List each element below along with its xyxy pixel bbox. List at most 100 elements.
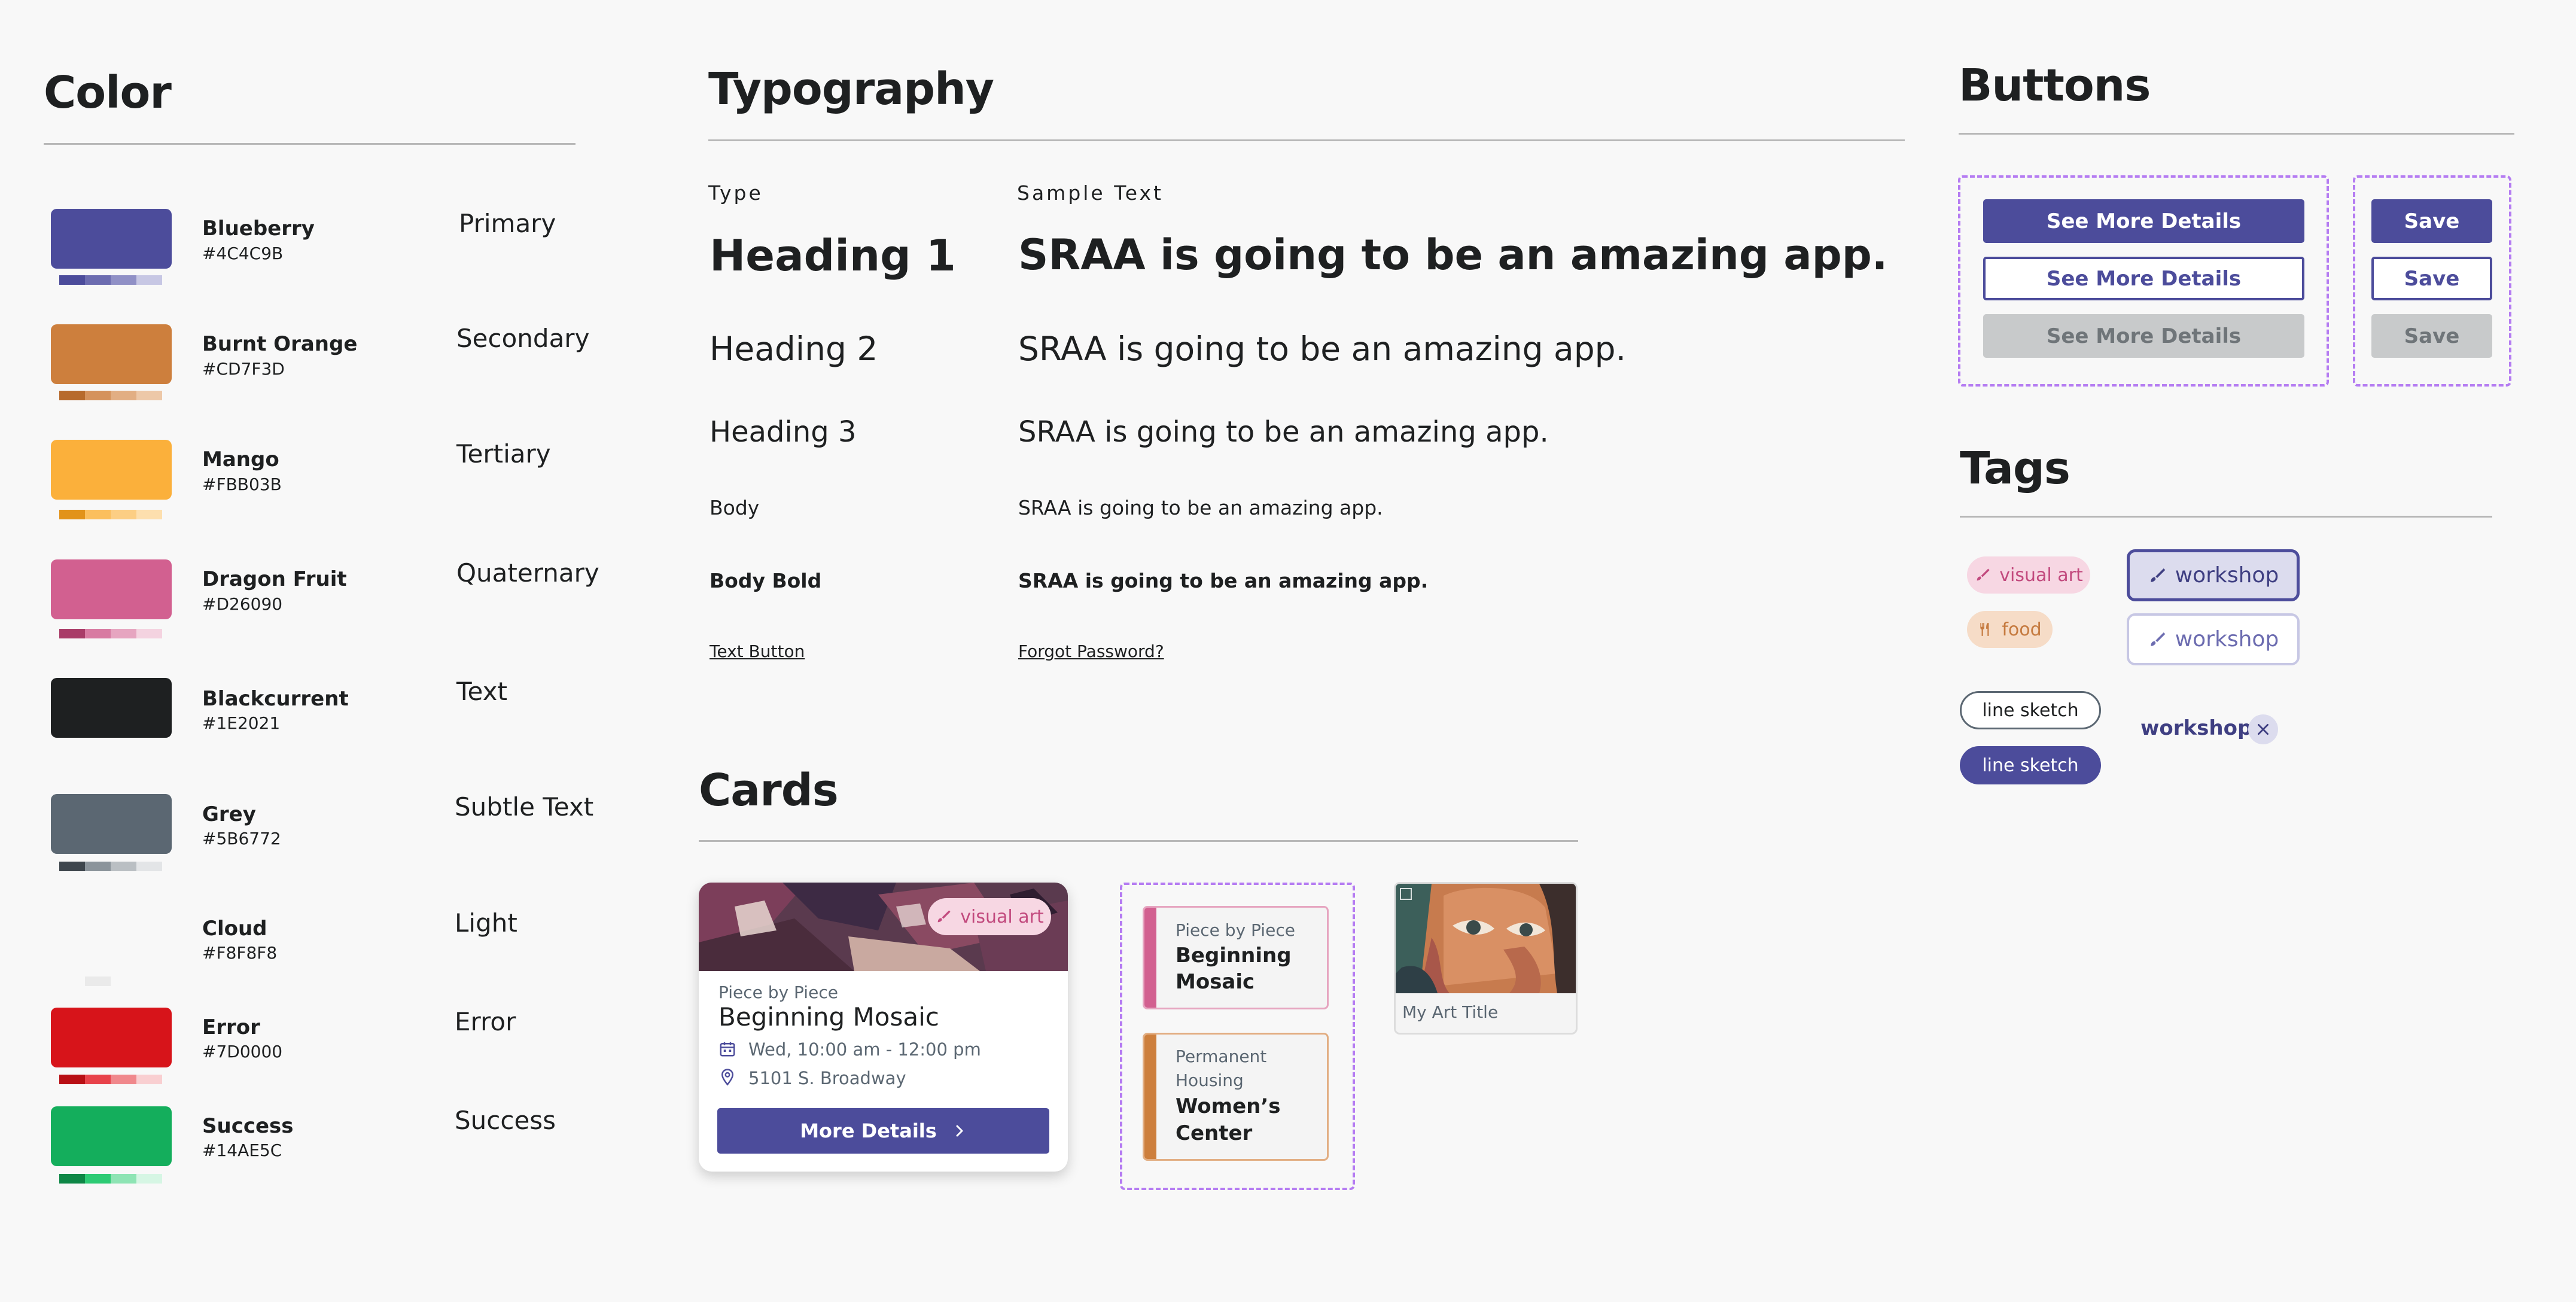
brush-icon [2151, 568, 2166, 582]
utensils-icon [1980, 623, 1989, 636]
art-card[interactable]: My Art Title [1394, 882, 1578, 1035]
type-label-heading-3: Heading 3 [710, 415, 857, 449]
color-tints [59, 391, 162, 400]
color-role: Tertiary [456, 439, 551, 469]
mini-card-accent [1144, 1035, 1156, 1159]
event-location: 5101 S. Broadway [748, 1068, 906, 1088]
sample-body-bold: SRAA is going to be an amazing app. [1018, 569, 1429, 592]
color-hex: #FBB03B [202, 474, 282, 494]
tags-section-title: Tags [1960, 443, 2070, 494]
color-swatch [51, 559, 172, 619]
tag-visual-art[interactable]: visual art [1967, 556, 2090, 594]
tag-workshop-outline[interactable]: workshop [2127, 613, 2300, 665]
tag-label: visual art [1999, 564, 2083, 586]
color-divider [44, 143, 576, 145]
color-hex: #7D0000 [202, 1042, 283, 1061]
color-role: Light [455, 908, 517, 938]
color-swatch [51, 209, 172, 269]
color-hex: #4C4C9B [202, 244, 284, 263]
tag-workshop-selected[interactable]: workshop [2127, 549, 2300, 601]
color-role: Secondary [456, 324, 590, 353]
save-button-primary[interactable]: Save [2371, 199, 2492, 243]
color-swatch [51, 324, 172, 384]
type-label-heading-1: Heading 1 [710, 230, 956, 281]
mini-card-subtitle-line-1: Permanent [1176, 1047, 1267, 1066]
color-name: Cloud [202, 917, 267, 941]
mini-card-beginning-mosaic[interactable]: Piece by Piece Beginning Mosaic [1143, 906, 1329, 1009]
typography-section-title: Typography [708, 63, 994, 115]
color-role: Quaternary [456, 558, 599, 588]
mini-card-accent [1144, 908, 1156, 1008]
buttons-section-title: Buttons [1959, 60, 2151, 111]
tag-food[interactable]: food [1967, 611, 2053, 648]
tags-divider [1960, 516, 2492, 518]
art-title: My Art Title [1402, 1002, 1499, 1022]
mini-card-title-line-2: Mosaic [1176, 970, 1255, 994]
close-icon [2258, 724, 2269, 735]
tag-line-sketch-outline[interactable]: line sketch [1960, 691, 2101, 729]
event-title: Beginning Mosaic [718, 1002, 939, 1032]
tag-label: visual art [960, 906, 1044, 927]
color-tints [59, 1075, 162, 1084]
type-label-body-bold: Body Bold [710, 569, 822, 592]
chevron-right-icon [956, 1125, 963, 1137]
color-hex: #1E2021 [202, 713, 281, 733]
type-column-header: Type [708, 181, 763, 205]
type-label-heading-2: Heading 2 [710, 330, 878, 368]
tag-line-sketch-filled[interactable]: line sketch [1960, 746, 2101, 784]
color-hex: #5B6772 [202, 829, 281, 848]
sample-body: SRAA is going to be an amazing app. [1018, 496, 1383, 519]
forgot-password-link[interactable]: Forgot Password? [1018, 641, 1164, 661]
color-hex: #F8F8F8 [202, 943, 278, 963]
mini-card-womens-center[interactable]: Permanent Housing Women’s Center [1143, 1033, 1329, 1161]
color-name: Grey [202, 802, 256, 826]
sample-heading-3: SRAA is going to be an amazing app. [1018, 415, 1549, 449]
brush-icon [937, 910, 951, 923]
color-role: Error [455, 1007, 516, 1036]
color-tints [59, 1174, 162, 1184]
color-role: Text [456, 677, 507, 706]
mini-card-title-line-1: Women’s [1176, 1094, 1281, 1118]
see-more-details-button-disabled[interactable]: See More Details [1983, 314, 2304, 358]
save-button-disabled[interactable]: Save [2371, 314, 2492, 358]
sample-heading-1: SRAA is going to be an amazing app. [1018, 230, 1888, 279]
color-swatch [51, 794, 172, 854]
mini-card-title-line-1: Beginning [1176, 944, 1292, 968]
color-tints [59, 862, 162, 871]
save-button-outline[interactable]: Save [2371, 257, 2492, 300]
event-date: Wed, 10:00 am - 12:00 pm [748, 1039, 981, 1060]
location-pin-icon [721, 1069, 734, 1086]
color-name: Dragon Fruit [202, 567, 347, 591]
color-role: Primary [459, 209, 556, 238]
cards-divider [699, 840, 1578, 842]
color-name: Blackcurrent [202, 687, 349, 711]
color-role: Success [455, 1106, 556, 1135]
type-label-text-button[interactable]: Text Button [710, 641, 805, 661]
see-more-details-button-primary[interactable]: See More Details [1983, 199, 2304, 243]
color-swatch [51, 908, 172, 968]
see-more-details-button-outline[interactable]: See More Details [1983, 257, 2304, 300]
art-image [1396, 884, 1576, 993]
calendar-icon [720, 1042, 735, 1057]
color-name: Blueberry [202, 217, 315, 241]
event-card[interactable]: visual art Piece by Piece Beginning Mosa… [699, 883, 1068, 1172]
sample-heading-2: SRAA is going to be an amazing app. [1018, 330, 1627, 368]
color-hex: #D26090 [202, 594, 283, 614]
tag-label: line sketch [1982, 699, 2079, 721]
cards-section-title: Cards [699, 765, 839, 816]
event-tag-visual-art: visual art [928, 898, 1051, 935]
brush-icon [2151, 632, 2166, 646]
color-swatch [51, 440, 172, 500]
remove-tag-button[interactable] [2248, 714, 2278, 744]
color-hex: #14AE5C [202, 1140, 282, 1160]
more-details-button[interactable]: More Details [717, 1108, 1049, 1154]
color-swatch [51, 1008, 172, 1067]
sample-column-header: Sample Text [1017, 181, 1164, 205]
color-tints [59, 977, 162, 986]
event-subtitle: Piece by Piece [718, 982, 838, 1002]
color-swatch [51, 678, 172, 738]
color-swatch [51, 1106, 172, 1166]
color-tints [59, 510, 162, 519]
type-label-body: Body [710, 496, 760, 519]
tag-label: workshop [2175, 563, 2279, 588]
